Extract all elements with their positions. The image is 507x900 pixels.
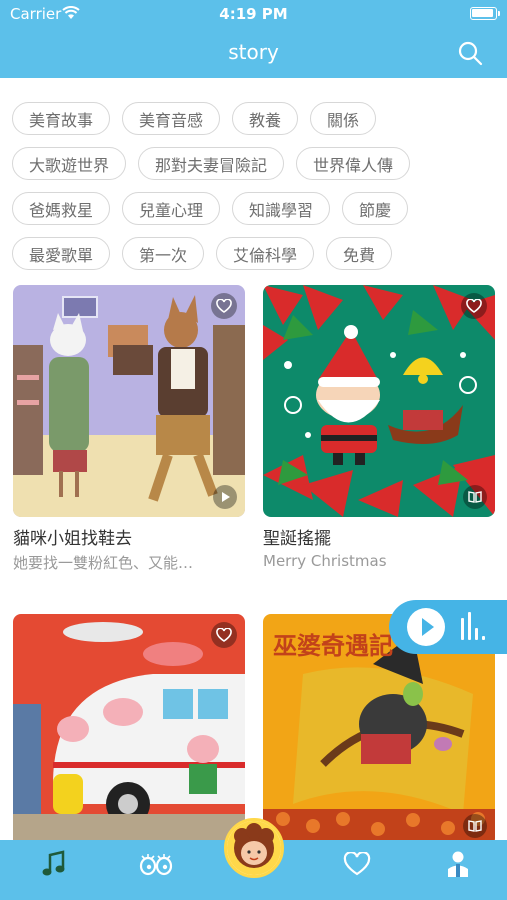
page-title: story <box>228 40 279 64</box>
story-card[interactable]: 貓咪小姐找鞋去 她要找一雙粉紅色、又能… <box>13 285 245 572</box>
tag-allen-science[interactable]: 艾倫科學 <box>216 237 315 270</box>
status-time: 4:19 PM <box>219 5 288 23</box>
heart-icon <box>216 628 232 642</box>
tag-great-people[interactable]: 世界偉人傳 <box>296 147 411 180</box>
tab-favorites[interactable] <box>327 840 387 888</box>
play-badge <box>213 485 237 509</box>
tag-row: 爸媽救星 兒童心理 知識學習 節慶 <box>12 192 500 225</box>
book-icon <box>468 491 482 503</box>
tag-row: 美育故事 美育音感 教養 關係 <box>12 102 500 135</box>
story-card[interactable]: 聖誕搖擺 Merry Christmas <box>263 285 495 570</box>
tab-profile[interactable] <box>428 840 488 888</box>
story-card[interactable] <box>13 614 245 846</box>
tag-festivals[interactable]: 節慶 <box>342 192 409 225</box>
tag-relationships[interactable]: 關係 <box>310 102 377 135</box>
cover-title: 巫婆奇遇記 <box>273 631 393 660</box>
tab-center-avatar[interactable] <box>224 818 284 878</box>
tag-favorite-playlist[interactable]: 最愛歌單 <box>12 237 111 270</box>
tab-music[interactable] <box>24 840 84 888</box>
tag-couple-adventure[interactable]: 那對夫妻冒險記 <box>138 147 285 180</box>
tag-first-time[interactable]: 第一次 <box>122 237 205 270</box>
navigation-bar: story <box>0 28 507 78</box>
book-badge <box>463 814 487 838</box>
eq-bar <box>475 628 478 640</box>
equalizer-icon[interactable] <box>459 612 489 640</box>
tag-row: 最愛歌單 第一次 艾倫科學 免費 <box>12 237 500 270</box>
heart-icon <box>343 852 371 876</box>
story-title: 聖誕搖擺 <box>263 529 331 549</box>
tag-songs-world[interactable]: 大歌遊世界 <box>12 147 127 180</box>
book-icon <box>468 820 482 832</box>
avatar <box>227 821 281 875</box>
battery-icon <box>470 7 500 20</box>
play-icon <box>222 492 230 502</box>
tag-parent-savior[interactable]: 爸媽救星 <box>12 192 111 225</box>
favorite-button[interactable] <box>211 293 237 319</box>
play-button[interactable] <box>407 608 445 646</box>
story-cover-image[interactable] <box>13 614 245 846</box>
tag-knowledge[interactable]: 知識學習 <box>232 192 331 225</box>
eyes-icon <box>139 854 173 876</box>
search-icon[interactable] <box>457 40 483 66</box>
tag-row: 大歌遊世界 那對夫妻冒險記 世界偉人傳 <box>12 147 500 180</box>
story-cover-image[interactable] <box>263 285 495 517</box>
story-subtitle: 她要找一雙粉紅色、又能… <box>13 554 194 572</box>
tab-discover[interactable] <box>126 840 186 888</box>
eq-bar <box>482 636 485 640</box>
eq-bar <box>461 618 464 640</box>
story-subtitle: Merry Christmas <box>263 552 387 570</box>
tag-parenting[interactable]: 教養 <box>232 102 299 135</box>
status-bar: Carrier 4:19 PM <box>0 0 507 28</box>
tag-meiyu-music[interactable]: 美育音感 <box>122 102 221 135</box>
mini-player[interactable] <box>389 600 507 654</box>
favorite-button[interactable] <box>211 622 237 648</box>
music-note-icon <box>42 850 65 876</box>
tag-free[interactable]: 免費 <box>326 237 393 270</box>
tag-child-psychology[interactable]: 兒童心理 <box>122 192 221 225</box>
person-icon <box>448 851 468 877</box>
book-badge <box>463 485 487 509</box>
story-title: 貓咪小姐找鞋去 <box>13 529 132 549</box>
story-cover-image[interactable] <box>13 285 245 517</box>
category-tags: 美育故事 美育音感 教養 關係 大歌遊世界 那對夫妻冒險記 世界偉人傳 爸媽救星… <box>12 102 500 282</box>
heart-icon <box>466 299 482 313</box>
eq-bar <box>468 612 471 640</box>
favorite-button[interactable] <box>461 293 487 319</box>
tag-meiyu-story[interactable]: 美育故事 <box>12 102 111 135</box>
heart-icon <box>216 299 232 313</box>
